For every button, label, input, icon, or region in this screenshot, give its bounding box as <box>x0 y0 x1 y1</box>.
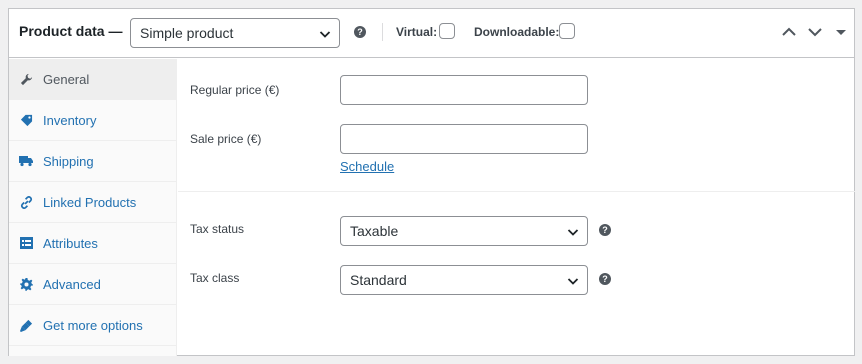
panel-controls <box>780 23 850 41</box>
virtual-label: Virtual: <box>396 25 438 39</box>
gear-icon <box>19 277 33 291</box>
sale-price-label: Sale price (€) <box>190 132 262 146</box>
plugin-icon <box>19 318 33 332</box>
tab-shipping[interactable]: Shipping <box>9 141 176 182</box>
truck-icon <box>19 154 33 168</box>
tax-class-value: Standard <box>350 272 407 288</box>
move-down-icon[interactable] <box>806 23 824 41</box>
tab-label: Shipping <box>43 153 94 169</box>
virtual-checkbox[interactable] <box>439 23 455 39</box>
downloadable-label: Downloadable: <box>474 25 560 39</box>
tab-label: Get more options <box>43 317 143 333</box>
chevron-down-icon <box>567 229 579 236</box>
tab-label: Advanced <box>43 276 101 292</box>
schedule-link[interactable]: Schedule <box>340 159 394 174</box>
product-data-panel: Product data — Simple product ? Virtual:… <box>8 8 855 356</box>
tab-attributes[interactable]: Attributes <box>9 223 176 264</box>
product-type-select[interactable]: Simple product <box>130 18 340 48</box>
tab-inventory[interactable]: Inventory <box>9 100 176 141</box>
chevron-down-icon <box>319 31 331 38</box>
toggle-panel-icon[interactable] <box>832 23 850 41</box>
chevron-down-icon <box>567 278 579 285</box>
tab-get-more-options[interactable]: Get more options <box>9 305 176 346</box>
general-panel: Regular price (€) Sale price (€) Schedul… <box>178 59 855 356</box>
tax-status-select[interactable]: Taxable <box>340 216 588 246</box>
product-type-value: Simple product <box>140 25 234 41</box>
help-icon[interactable]: ? <box>354 26 366 38</box>
tab-general[interactable]: General <box>9 59 176 100</box>
tag-icon <box>19 113 33 127</box>
pricing-group: Regular price (€) Sale price (€) Schedul… <box>178 59 855 192</box>
panel-title: Product data — <box>19 23 123 39</box>
panel-header: Product data — Simple product ? Virtual:… <box>9 9 854 58</box>
regular-price-label: Regular price (€) <box>190 83 280 97</box>
header-divider <box>382 23 383 41</box>
downloadable-checkbox[interactable] <box>559 23 575 39</box>
tax-class-select[interactable]: Standard <box>340 265 588 295</box>
tab-advanced[interactable]: Advanced <box>9 264 176 305</box>
tax-class-help-icon[interactable]: ? <box>599 273 611 285</box>
tab-label: Inventory <box>43 112 97 128</box>
tab-label: Linked Products <box>43 194 137 210</box>
tab-label: General <box>43 71 90 87</box>
tax-status-help-icon[interactable]: ? <box>599 224 611 236</box>
regular-price-input[interactable] <box>340 75 588 105</box>
link-icon <box>19 195 33 209</box>
tab-linked-products[interactable]: Linked Products <box>9 182 176 223</box>
tax-status-label: Tax status <box>190 222 245 236</box>
wrench-icon <box>19 72 33 86</box>
tax-class-label: Tax class <box>190 271 240 285</box>
move-up-icon[interactable] <box>780 23 798 41</box>
sale-price-input[interactable] <box>340 124 588 154</box>
product-data-tabs: General Inventory Shipping Linked Produc… <box>9 59 177 356</box>
tab-label: Attributes <box>43 235 98 251</box>
tax-status-value: Taxable <box>350 223 399 239</box>
list-icon <box>19 236 33 250</box>
